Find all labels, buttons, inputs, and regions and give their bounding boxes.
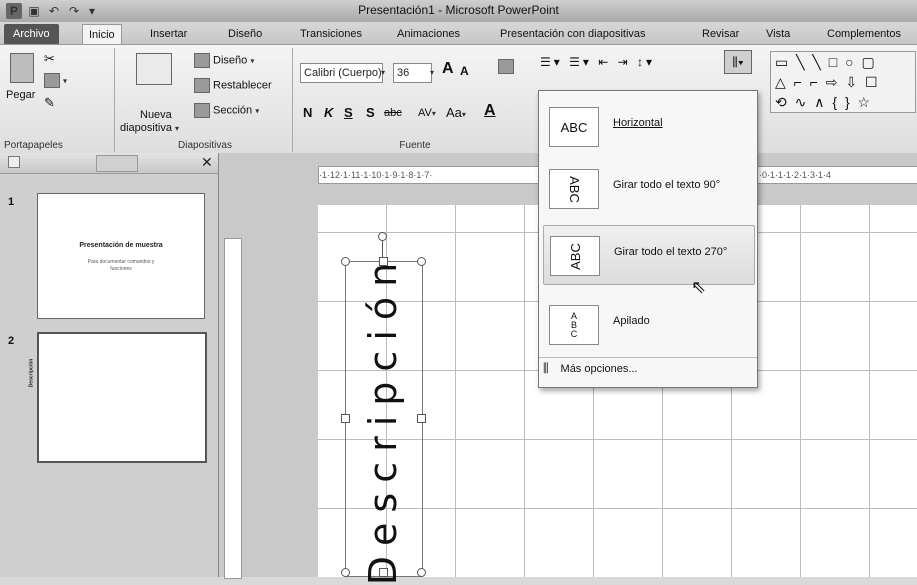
tab-revisar[interactable]: Revisar — [696, 25, 745, 43]
font-color-button[interactable]: A — [484, 102, 496, 120]
strikethrough-button[interactable]: abc — [384, 107, 402, 119]
tab-vista[interactable]: Vista — [760, 25, 796, 43]
group-divider — [114, 48, 115, 152]
tab-complementos[interactable]: Complementos — [821, 25, 907, 43]
resize-handle-w[interactable] — [341, 414, 350, 423]
underline-button[interactable]: S — [344, 105, 353, 120]
mouse-pointer-icon: ⇖ — [691, 277, 707, 297]
menu-item-horizontal[interactable]: ABC Horizontal — [543, 97, 753, 155]
change-case-button[interactable]: Aa▾ — [446, 105, 466, 120]
vertical-ruler — [224, 238, 242, 579]
tab-transiciones[interactable]: Transiciones — [294, 25, 368, 43]
menu-label: Girar todo el texto 90° — [613, 179, 721, 191]
menu-label: Apilado — [613, 315, 650, 327]
more-options-item[interactable]: ⫼ Más opciones... — [543, 361, 638, 376]
outline-tab-icon[interactable] — [96, 155, 138, 172]
thumb-subtitle-2: funciones — [110, 266, 132, 272]
resize-handle-sw[interactable] — [341, 568, 350, 577]
section-icon — [194, 103, 210, 118]
new-slide-label-1[interactable]: Nueva — [140, 109, 172, 121]
horizontal-text-icon: ABC — [549, 107, 599, 147]
tab-inicio[interactable]: Inicio — [82, 24, 122, 45]
resize-handle-e[interactable] — [417, 414, 426, 423]
rotate-270-icon: ABC — [550, 236, 600, 276]
grow-font-button[interactable]: A — [442, 60, 454, 78]
clear-format-icon[interactable] — [498, 59, 517, 74]
bullets-icon[interactable]: ☰▾ ☰▾ ⇤ ⇥ ↕▾ — [540, 55, 655, 69]
stacked-text-icon: A B C — [549, 305, 599, 345]
shadow-button[interactable]: S — [366, 105, 375, 120]
menu-item-rotate-90[interactable]: ABC Girar todo el texto 90° — [543, 159, 753, 217]
format-painter-icon[interactable]: ✎ — [44, 95, 55, 111]
rotate-90-icon: ABC — [549, 169, 599, 209]
font-size-dropdown-icon[interactable]: ▾ — [430, 66, 434, 78]
thumb-vertical-text: Descripción — [28, 358, 35, 388]
group-label-diapositivas: Diapositivas — [178, 140, 232, 151]
close-icon[interactable]: ✕ — [201, 154, 213, 171]
new-slide-button[interactable]: diapositiva ▾ — [120, 122, 179, 134]
thumb-title: Presentación de muestra — [79, 242, 163, 249]
group-label-fuente: Fuente — [399, 140, 431, 151]
italic-button[interactable]: K — [324, 105, 333, 120]
menu-item-rotate-270[interactable]: ABC Girar todo el texto 270° — [543, 225, 755, 285]
vertical-textbox[interactable]: Descripción — [345, 253, 423, 585]
section-button[interactable]: Sección ▾ — [194, 103, 259, 118]
tab-animaciones[interactable]: Animaciones — [391, 25, 466, 43]
window-title: Presentación1 - Microsoft PowerPoint — [358, 3, 559, 17]
cut-icon[interactable]: ✂ — [44, 51, 55, 67]
resize-handle-nw[interactable] — [341, 257, 350, 266]
tab-archivo[interactable]: Archivo — [4, 24, 59, 44]
new-slide-icon[interactable] — [136, 53, 172, 85]
text-direction-icon: ⫼ — [543, 361, 549, 375]
resize-handle-n[interactable] — [379, 257, 388, 266]
rotation-handle[interactable] — [378, 232, 387, 241]
shrink-font-button[interactable]: A — [460, 64, 469, 78]
shapes-gallery[interactable]: ▭ ╲ ╲ □ ○ ▢ △ ⌐ ⌐ ⇨ ⇩ ☐ ⟲ ∿ ∧ { } ☆ — [770, 51, 916, 113]
layout-icon — [194, 53, 210, 68]
resize-handle-se[interactable] — [417, 568, 426, 577]
textbox-text[interactable]: Descripción — [361, 253, 405, 585]
text-direction-menu: ABC Horizontal ABC Girar todo el texto 9… — [538, 90, 758, 388]
reset-icon — [194, 78, 210, 93]
menu-separator — [539, 357, 757, 358]
ribbon-tabs: Archivo Inicio Insertar Diseño Transicio… — [0, 22, 917, 45]
tab-presentacion[interactable]: Presentación con diapositivas — [494, 25, 652, 43]
slides-panel-header: ✕ — [0, 153, 218, 174]
font-name-dropdown-icon[interactable]: ▾ — [381, 66, 385, 78]
font-name-combo[interactable]: Calibri (Cuerpo) — [300, 63, 383, 83]
paste-icon[interactable] — [10, 53, 34, 83]
title-bar: P ▣ ↶ ↷ ▾ Presentación1 - Microsoft Powe… — [0, 0, 917, 23]
reset-button[interactable]: Restablecer — [194, 78, 272, 93]
menu-label: Horizontal — [613, 117, 663, 129]
menu-item-stacked[interactable]: A B C Apilado — [543, 295, 753, 353]
group-divider — [292, 48, 293, 152]
slide-thumbnail-2[interactable]: Descripción — [28, 332, 207, 463]
copy-icon[interactable]: ▾ — [44, 73, 67, 88]
thumb-subtitle-1: Para documentar comandos y — [87, 259, 155, 265]
paste-button[interactable]: Pegar — [6, 89, 35, 101]
font-size-combo[interactable]: 36 — [393, 63, 432, 83]
layout-button[interactable]: Diseño ▾ — [194, 53, 254, 68]
bold-button[interactable]: N — [303, 105, 312, 120]
resize-handle-s[interactable] — [379, 568, 388, 577]
tab-diseno[interactable]: Diseño — [222, 25, 268, 43]
tab-insertar[interactable]: Insertar — [144, 25, 193, 43]
slides-tab-icon[interactable] — [8, 156, 20, 168]
menu-label: Girar todo el texto 270° — [614, 246, 728, 258]
resize-handle-ne[interactable] — [417, 257, 426, 266]
slide-number-1: 1 — [8, 196, 15, 208]
slide-number-2: 2 — [8, 335, 15, 347]
slide-thumbnail-1[interactable]: Presentación de muestra Para documentar … — [37, 193, 205, 319]
char-spacing-button[interactable]: AV▾ — [418, 107, 436, 119]
ribbon: Pegar ✂ ▾ ✎ Portapapeles ⇲ Nueva diaposi… — [0, 44, 917, 161]
text-direction-button[interactable]: ⫼▾ — [724, 50, 752, 74]
